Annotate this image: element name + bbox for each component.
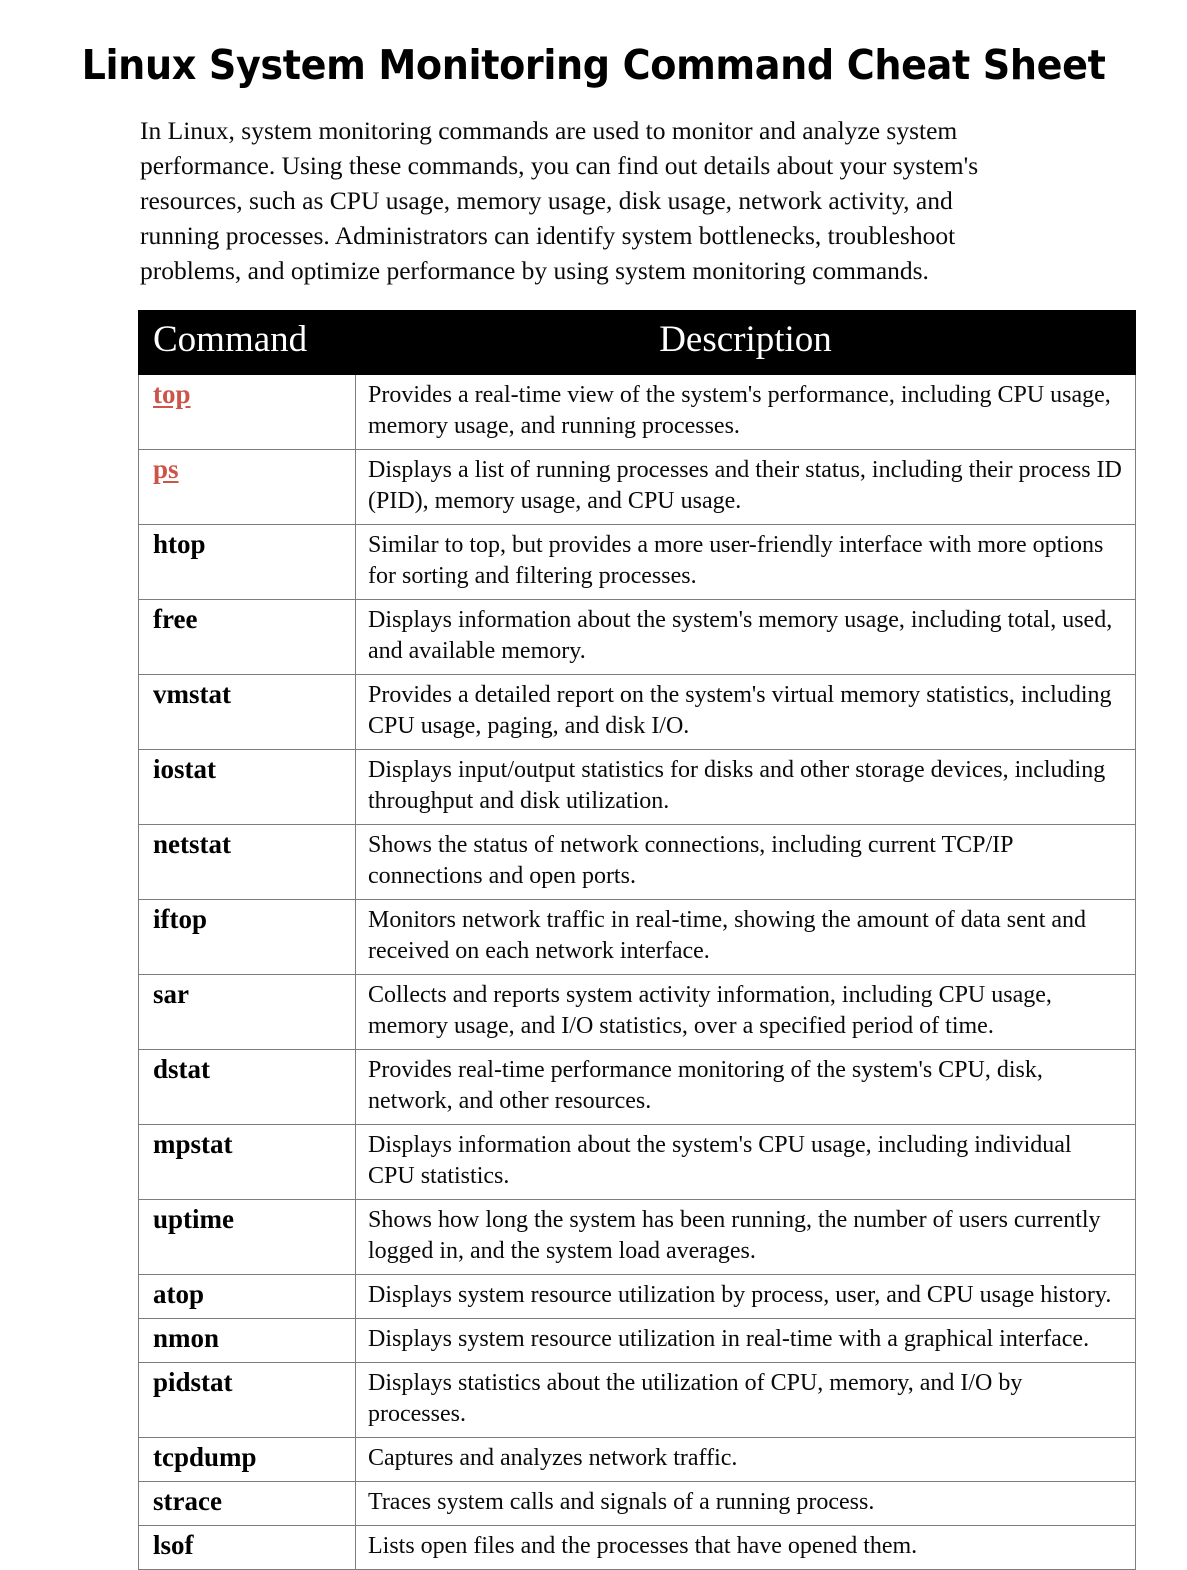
table-row: tcpdump Captures and analyzes network tra… xyxy=(138,1436,1136,1482)
table-row: lsof Lists open files and the processes t… xyxy=(138,1524,1136,1570)
command-name: netstat xyxy=(153,828,231,859)
description-cell: Displays a list of running processes and… xyxy=(355,448,1136,525)
command-cell: iftop xyxy=(138,898,356,975)
command-cell: netstat xyxy=(138,823,356,900)
command-name: dstat xyxy=(153,1053,211,1084)
description-cell: Shows the status of network connections,… xyxy=(355,823,1136,900)
command-cell: pidstat xyxy=(138,1361,356,1438)
description-cell: Provides a real-time view of the system'… xyxy=(355,373,1136,450)
command-cell: nmon xyxy=(138,1317,356,1363)
command-cell: strace xyxy=(138,1480,356,1526)
table-row: pidstat Displays statistics about the uti… xyxy=(138,1361,1136,1438)
description-cell: Monitors network traffic in real-time, s… xyxy=(355,898,1136,975)
table-row: top Provides a real-time view of the syst… xyxy=(138,373,1136,450)
table-row: mpstat Displays information about the sys… xyxy=(138,1123,1136,1200)
table-row: htop Similar to top, but provides a more … xyxy=(138,523,1136,600)
table-row: iftop Monitors network traffic in real-ti… xyxy=(138,898,1136,975)
command-name: pidstat xyxy=(153,1366,233,1397)
command-cell: atop xyxy=(138,1273,356,1319)
table-row: netstat Shows the status of network conne… xyxy=(138,823,1136,900)
description-cell: Similar to top, but provides a more user… xyxy=(355,523,1136,600)
description-cell: Provides a detailed report on the system… xyxy=(355,673,1136,750)
command-name: free xyxy=(153,603,198,634)
command-cell: dstat xyxy=(138,1048,356,1125)
table-header-row: Command Description xyxy=(138,310,1136,375)
command-link[interactable]: ps xyxy=(153,454,179,484)
command-name: strace xyxy=(153,1485,222,1516)
description-cell: Traces system calls and signals of a run… xyxy=(355,1480,1136,1526)
command-cell: free xyxy=(138,598,356,675)
description-cell: Displays system resource utilization by … xyxy=(355,1273,1136,1319)
table-row: vmstat Provides a detailed report on the … xyxy=(138,673,1136,750)
table-row: nmon Displays system resource utilization… xyxy=(138,1317,1136,1363)
table-row: uptime Shows how long the system has been… xyxy=(138,1198,1136,1275)
command-name: sar xyxy=(153,978,189,1009)
table-row: dstat Provides real-time performance moni… xyxy=(138,1048,1136,1125)
command-cell: iostat xyxy=(138,748,356,825)
intro-paragraph: In Linux, system monitoring commands are… xyxy=(140,116,979,286)
command-link[interactable]: top xyxy=(153,379,191,409)
description-cell: Collects and reports system activity inf… xyxy=(355,973,1136,1050)
table-row: strace Traces system calls and signals of… xyxy=(138,1480,1136,1526)
description-cell: Provides real-time performance monitorin… xyxy=(355,1048,1136,1125)
table-body: top Provides a real-time view of the syst… xyxy=(138,373,1136,1570)
description-cell: Displays statistics about the utilizatio… xyxy=(355,1361,1136,1438)
description-cell: Lists open files and the processes that … xyxy=(355,1524,1136,1570)
page-title: Linux System Monitoring Command Cheat Sh… xyxy=(81,41,1106,89)
command-name: tcpdump xyxy=(153,1441,257,1472)
command-cell: tcpdump xyxy=(138,1436,356,1482)
column-header-command: Command xyxy=(138,310,356,375)
table-row: ps Displays a list of running processes a… xyxy=(138,448,1136,525)
command-cell: sar xyxy=(138,973,356,1050)
command-cell: uptime xyxy=(138,1198,356,1275)
command-cell: top xyxy=(138,373,356,450)
table-row: sar Collects and reports system activity … xyxy=(138,973,1136,1050)
description-cell: Displays system resource utilization in … xyxy=(355,1317,1136,1363)
table-row: iostat Displays input/output statistics f… xyxy=(138,748,1136,825)
table-row: atop Displays system resource utilization… xyxy=(138,1273,1136,1319)
command-table: Command Description top Provides a real-t… xyxy=(138,310,1136,1570)
table-header: Command Description xyxy=(138,310,1136,375)
command-cell: ps xyxy=(138,448,356,525)
description-cell: Displays input/output statistics for dis… xyxy=(355,748,1136,825)
column-header-description: Description xyxy=(355,310,1136,375)
command-name: vmstat xyxy=(153,678,231,709)
command-name: atop xyxy=(153,1278,205,1309)
command-cell: htop xyxy=(138,523,356,600)
command-name: mpstat xyxy=(153,1128,233,1159)
command-cell: vmstat xyxy=(138,673,356,750)
command-name: nmon xyxy=(153,1322,220,1353)
description-cell: Displays information about the system's … xyxy=(355,1123,1136,1200)
command-name: lsof xyxy=(153,1529,194,1560)
command-name: iftop xyxy=(153,903,207,934)
command-name: htop xyxy=(153,528,206,559)
cheat-sheet-page: Linux System Monitoring Command Cheat Sh… xyxy=(0,0,1187,1570)
description-cell: Displays information about the system's … xyxy=(355,598,1136,675)
command-table-container: Command Description top Provides a real-t… xyxy=(0,288,1187,1570)
table-row: free Displays information about the syste… xyxy=(138,598,1136,675)
description-cell: Captures and analyzes network traffic. xyxy=(355,1436,1136,1482)
command-cell: lsof xyxy=(138,1524,356,1570)
command-name: iostat xyxy=(153,753,216,784)
description-cell: Shows how long the system has been runni… xyxy=(355,1198,1136,1275)
command-name: uptime xyxy=(153,1203,234,1234)
command-cell: mpstat xyxy=(138,1123,356,1200)
